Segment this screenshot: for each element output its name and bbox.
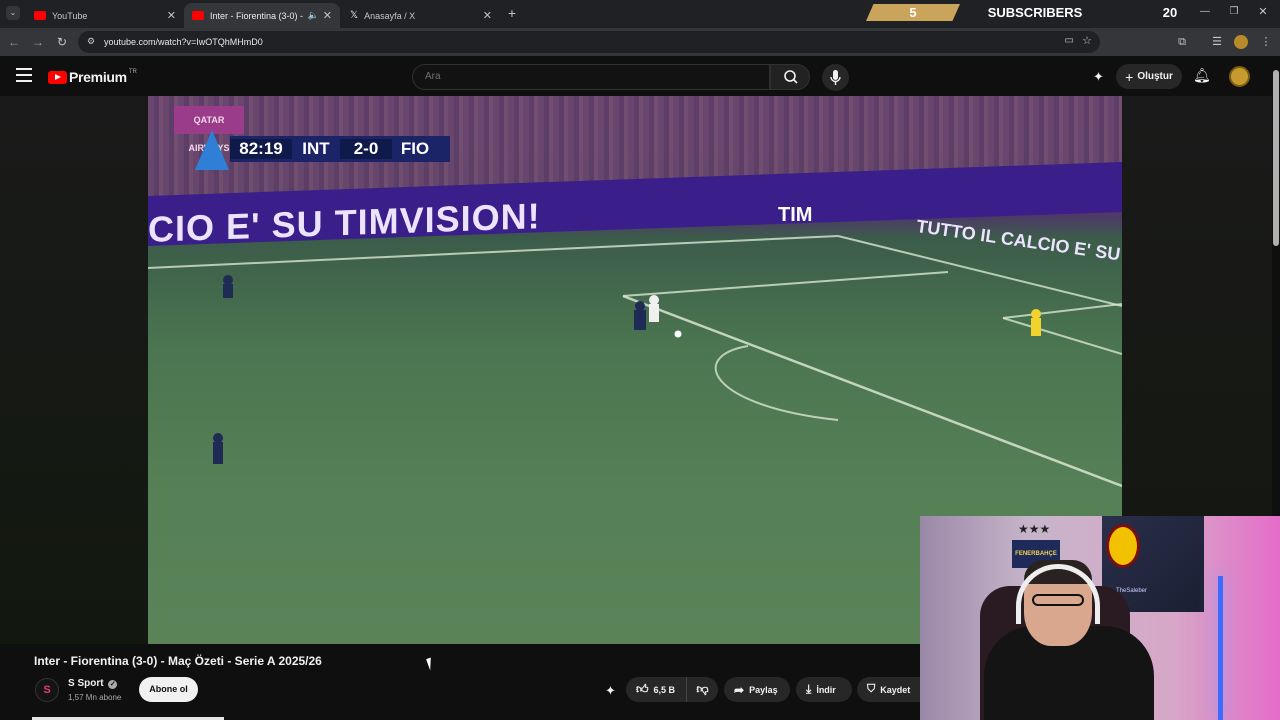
channel-name-text: S Sport [68,678,104,689]
reading-list-icon[interactable]: ☰ [1210,35,1224,49]
cast-icon[interactable]: ▭ [1065,35,1074,46]
forward-icon[interactable]: → [30,34,46,50]
tab-title: YouTube [52,10,88,21]
tab-video[interactable]: Inter - Fiorentina (3-0) - Ma 🔈 ✕ [184,3,340,28]
thumbs-up-icon: 👍︎ [636,682,649,696]
away-team: FIO [400,139,430,158]
youtube-header: Premium TR Ara ✦ + Oluştur 🔔︎ [0,56,1280,96]
profile-avatar[interactable] [1234,35,1248,49]
match-score: 2-0 [340,139,392,159]
tab-x[interactable]: 𝕏 Anasayfa / X ✕ [342,3,500,28]
url-text: youtube.com/watch?v=IwOTQhMHmD0 [104,37,263,47]
home-team: INT [302,139,330,158]
bookmark-icon: ⛉ [867,683,876,695]
search-icon [784,70,798,84]
club-crest [1106,524,1140,568]
address-bar[interactable]: ⚙ youtube.com/watch?v=IwOTQhMHmD0 ▭ ☆ [78,31,1100,53]
verified-icon: ✓ [108,680,118,689]
subscriber-goal-count: 20 [1162,5,1178,20]
voice-search-button[interactable] [822,64,849,91]
subscriber-count: 1,57 Mn abone [68,693,122,702]
stars-decoration: ★★★ [1018,522,1051,536]
channel-avatar[interactable]: S [35,678,59,702]
logo-text: Premium [69,69,127,85]
minimize-icon[interactable]: — [1198,6,1212,20]
ambient-right [1122,96,1272,516]
new-tab-icon[interactable]: + [505,5,519,21]
tab-title: Inter - Fiorentina (3-0) - Ma [210,10,304,21]
mouse-cursor-icon [426,657,435,671]
browser-toolbar: ← → ↻ ⚙ youtube.com/watch?v=IwOTQhMHmD0 … [0,28,1280,56]
premium-feature-icon[interactable]: ✦ [1093,69,1109,85]
tab-search-icon[interactable]: ⌄ [6,6,20,20]
channel-name[interactable]: S Sport ✓ [68,678,118,689]
close-tab-icon[interactable]: ✕ [167,9,176,22]
notifications-bell-icon[interactable]: 🔔︎ [1193,67,1211,85]
subscriber-start-value: 5 [909,5,917,20]
video-title: Inter - Fiorentina (3-0) - Maç Özeti - S… [34,654,322,668]
search-button[interactable] [770,64,810,90]
youtube-play-logo-icon [48,70,67,84]
menu-kebab-icon[interactable]: ⋮ [1259,35,1273,49]
share-label: Paylaş [749,684,778,695]
share-button[interactable]: ➦ Paylaş [724,677,790,702]
subscribe-button[interactable]: Abone ol [139,677,198,702]
browser-tab-strip: ⌄ YouTube ✕ Inter - Fiorentina (3-0) - M… [0,0,1280,28]
thumbs-down-icon: 👎︎ [696,682,709,696]
youtube-favicon-icon [34,11,46,20]
search-input[interactable]: Ara [412,64,770,90]
poster-label: TheSaleber [1116,588,1148,594]
share-arrow-icon: ➦ [734,682,745,697]
download-button[interactable]: ⤓ İndir [796,677,852,702]
save-label: Kaydet [880,684,911,695]
close-tab-icon[interactable]: ✕ [483,9,492,22]
youtube-logo[interactable]: Premium TR [48,69,137,85]
region-code: TR [128,69,137,75]
restore-icon[interactable]: ❐ [1228,6,1240,18]
subscriber-label: SUBSCRIBERS [987,5,1083,20]
hamburger-menu-icon[interactable] [16,68,32,82]
bookmark-star-icon[interactable]: ☆ [1082,34,1092,47]
glasses-icon [1032,594,1084,606]
create-label: Oluştur [1137,71,1173,82]
save-button[interactable]: ⛉ Kaydet [857,677,920,702]
subscriber-start-count: 5 [866,4,960,21]
account-avatar[interactable] [1229,66,1250,87]
neon-light [1218,576,1223,720]
close-tab-icon[interactable]: ✕ [323,9,332,22]
plus-icon: + [1125,68,1134,85]
match-scoreboard: 82:19 INT 2-0 FIO [230,136,450,162]
x-logo-icon: 𝕏 [350,10,359,21]
download-icon: ⤓ [806,682,812,696]
match-clock: 82:19 [230,139,292,159]
like-button[interactable]: 👍︎ 6,5 B [626,677,686,702]
tab-youtube[interactable]: YouTube ✕ [26,3,184,28]
back-icon[interactable]: ← [6,34,22,50]
download-label: İndir [816,684,836,695]
premium-jump-icon[interactable]: ✦ [605,683,621,699]
streamer-webcam: FENERBAHÇE ★★★ TheSaleber [920,516,1280,720]
microphone-icon [830,70,841,85]
like-count: 6,5 B [653,684,676,695]
reload-icon[interactable]: ↻ [54,34,70,50]
dislike-button[interactable]: 👎︎ [686,677,718,702]
scrollbar-thumb[interactable] [1273,70,1279,246]
youtube-favicon-icon [192,11,204,20]
video-info-panel: Inter - Fiorentina (3-0) - Maç Özeti - S… [0,644,920,720]
extensions-icon[interactable]: ⧉ [1175,35,1189,49]
tab-title: Anasayfa / X [364,10,416,21]
site-info-icon[interactable]: ⚙ [87,36,95,47]
create-button[interactable]: + Oluştur [1116,64,1182,89]
audio-playing-icon[interactable]: 🔈 [308,10,319,21]
close-window-icon[interactable]: ✕ [1256,5,1270,19]
ambient-left [0,96,148,644]
